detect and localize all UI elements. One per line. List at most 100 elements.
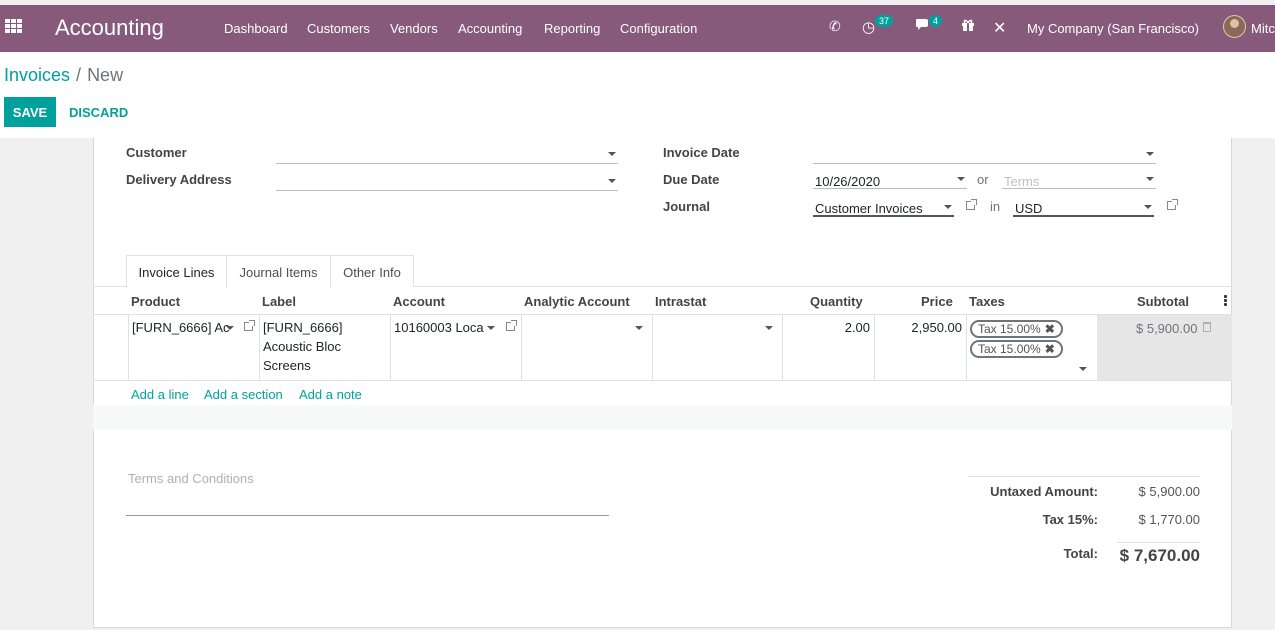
activity-icon[interactable]: ◷ <box>862 18 875 36</box>
customer-field[interactable] <box>276 145 618 164</box>
journal-field[interactable]: Customer Invoices <box>813 197 954 217</box>
delivery-address-label: Delivery Address <box>126 172 232 187</box>
breadcrumb-invoices[interactable]: Invoices <box>4 65 70 85</box>
add-section-link[interactable]: Add a section <box>204 387 283 402</box>
tools-icon[interactable]: ✕ <box>993 18 1006 38</box>
tax-tag-label: Tax 15.00% <box>978 322 1041 336</box>
account-value: 10160003 Loca <box>394 320 484 335</box>
add-note-link[interactable]: Add a note <box>299 387 362 402</box>
chevron-down-icon <box>1146 152 1154 156</box>
tax-tag: Tax 15.00% ✖ <box>970 320 1063 338</box>
taxes-field[interactable]: Tax 15.00% ✖ Tax 15.00% ✖ <box>967 316 1097 380</box>
analytic-account-field[interactable] <box>522 316 652 336</box>
due-date-value: 10/26/2020 <box>815 174 881 189</box>
col-analytic-account[interactable]: Analytic Account <box>524 294 630 309</box>
table-row-bottom-border <box>93 380 1232 381</box>
breadcrumb-current: New <box>87 65 124 85</box>
apps-grid-icon[interactable] <box>5 19 22 33</box>
external-link-icon[interactable] <box>966 199 977 210</box>
chevron-down-icon <box>635 326 643 330</box>
customer-label: Customer <box>126 145 187 160</box>
kebab-menu-icon[interactable] <box>1224 295 1227 307</box>
nav-reporting[interactable]: Reporting <box>544 21 600 36</box>
nav-accounting[interactable]: Accounting <box>458 21 522 36</box>
tab-journal-items[interactable]: Journal Items <box>226 255 331 287</box>
quantity-field[interactable]: 2.00 <box>783 316 874 336</box>
external-link-icon[interactable] <box>244 320 255 331</box>
cell-divider <box>128 315 129 380</box>
remove-tag-icon[interactable]: ✖ <box>1045 322 1055 336</box>
save-button[interactable]: SAVE <box>4 97 56 127</box>
external-link-icon[interactable] <box>1167 199 1178 210</box>
in-text: in <box>990 199 1001 214</box>
price-field[interactable]: 2,950.00 <box>875 316 966 336</box>
delivery-address-field[interactable] <box>276 172 618 191</box>
add-line-link[interactable]: Add a line <box>131 387 189 402</box>
main-navbar: Accounting Dashboard Customers Vendors A… <box>0 0 1275 52</box>
breadcrumb-separator: / <box>76 65 82 85</box>
user-avatar[interactable] <box>1223 15 1246 38</box>
col-taxes[interactable]: Taxes <box>969 294 1005 309</box>
due-date-field[interactable]: 10/26/2020 <box>813 170 967 189</box>
product-field[interactable]: [FURN_6666] Ac <box>131 316 255 336</box>
intrastat-field[interactable] <box>653 316 782 336</box>
or-text: or <box>977 172 989 187</box>
col-price[interactable]: Price <box>921 294 953 309</box>
label-line: Screens <box>263 358 311 373</box>
label-line: Acoustic Bloc <box>263 339 342 354</box>
untaxed-amount-label: Untaxed Amount: <box>990 484 1098 499</box>
tax-tag: Tax 15.00% ✖ <box>970 340 1063 358</box>
tax-amount-label: Tax 15%: <box>1042 512 1098 527</box>
journal-value: Customer Invoices <box>815 201 923 216</box>
product-value: [FURN_6666] Ac <box>132 320 230 335</box>
tab-invoice-lines[interactable]: Invoice Lines <box>126 255 227 288</box>
table-footer-band <box>93 405 1232 430</box>
total-value: $ 7,670.00 <box>1119 546 1200 565</box>
discard-button[interactable]: DISCARD <box>69 105 128 120</box>
tab-other-info[interactable]: Other Info <box>330 255 414 287</box>
trash-icon[interactable] <box>1203 322 1211 332</box>
currency-value: USD <box>1015 201 1043 216</box>
nav-customers[interactable]: Customers <box>307 21 370 36</box>
activity-count-badge: 37 <box>875 15 894 27</box>
chevron-down-icon <box>765 326 773 330</box>
nav-dashboard[interactable]: Dashboard <box>224 21 288 36</box>
chevron-down-icon <box>1144 205 1152 209</box>
col-label[interactable]: Label <box>262 294 296 309</box>
user-name[interactable]: Mitc <box>1251 21 1275 36</box>
gift-icon[interactable] <box>961 18 975 35</box>
invoice-date-field[interactable] <box>813 145 1156 164</box>
remove-tag-icon[interactable]: ✖ <box>1045 342 1055 356</box>
account-field[interactable]: 10160003 Loca <box>391 316 521 381</box>
table-row-top-border <box>93 314 1232 315</box>
chevron-down-icon <box>944 205 952 209</box>
col-subtotal[interactable]: Subtotal <box>1137 294 1189 309</box>
terms-conditions-field[interactable]: Terms and Conditions <box>128 471 254 486</box>
currency-field[interactable]: USD <box>1013 197 1154 217</box>
company-switcher[interactable]: My Company (San Francisco) <box>1027 21 1199 36</box>
tax-tag-label: Tax 15.00% <box>978 342 1041 356</box>
invoice-date-label: Invoice Date <box>663 145 740 160</box>
breadcrumb: Invoices / New <box>4 65 123 86</box>
due-date-label: Due Date <box>663 172 720 187</box>
app-title[interactable]: Accounting <box>55 15 164 41</box>
label-field[interactable]: [FURN_6666] Acoustic Bloc Screens <box>260 316 390 381</box>
nav-configuration[interactable]: Configuration <box>620 21 697 36</box>
col-intrastat[interactable]: Intrastat <box>655 294 706 309</box>
col-quantity[interactable]: Quantity <box>810 294 863 309</box>
label-line: [FURN_6666] <box>263 320 343 335</box>
quantity-value: 2.00 <box>844 320 870 335</box>
col-account[interactable]: Account <box>393 294 445 309</box>
phone-icon[interactable]: ✆ <box>829 18 841 35</box>
chevron-down-icon <box>1079 367 1087 371</box>
total-divider <box>1117 542 1200 543</box>
total-label: Total: <box>1063 546 1098 561</box>
chevron-down-icon <box>1146 177 1154 181</box>
tax-amount-value: $ 1,770.00 <box>1138 512 1200 527</box>
external-link-icon[interactable] <box>506 320 517 331</box>
payment-terms-field[interactable]: Terms <box>1002 170 1156 189</box>
nav-vendors[interactable]: Vendors <box>390 21 438 36</box>
chevron-down-icon <box>608 179 616 183</box>
subtotal-value: $ 5,900.00 <box>1136 321 1198 336</box>
col-product[interactable]: Product <box>131 294 180 309</box>
